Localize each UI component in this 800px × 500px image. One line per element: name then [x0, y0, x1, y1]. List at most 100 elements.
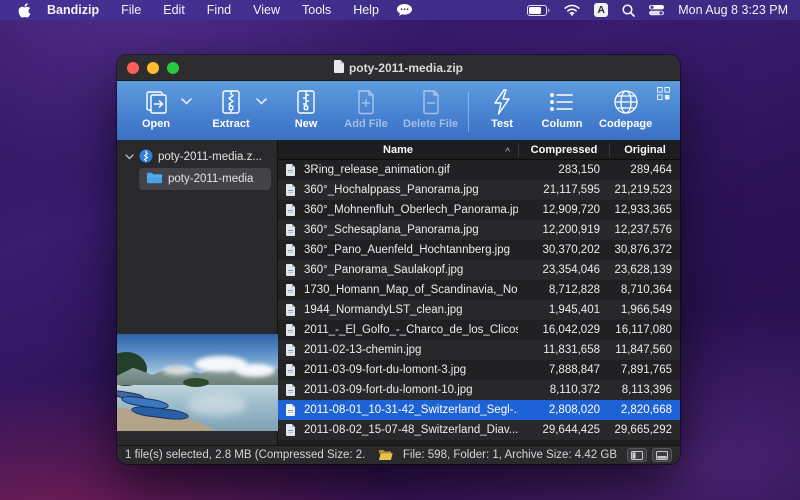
sidebar: poty-2011-media.z... poty-2011-media: [117, 140, 278, 445]
table-row[interactable]: 360°_Schesaplana_Panorama.jpg 12,200,919…: [278, 220, 680, 240]
file-original: 2,820,668: [608, 404, 680, 416]
toolbar-label: New: [295, 118, 318, 130]
table-row[interactable]: 360°_Hochalppass_Panorama.jpg 21,117,595…: [278, 180, 680, 200]
table-row[interactable]: 2011-02-13-chemin.jpg 11,831,658 11,847,…: [278, 340, 680, 360]
new-archive-button[interactable]: New: [283, 88, 329, 130]
file-compressed: 11,831,658: [518, 344, 608, 356]
menu-bar-clock[interactable]: Mon Aug 8 3:23 PM: [678, 3, 788, 17]
extract-button[interactable]: Extract: [208, 88, 254, 130]
table-row[interactable]: 360°_Pano_Auenfeld_Hochtannberg.jpg 30,3…: [278, 240, 680, 260]
column-header-name[interactable]: Name ^: [278, 144, 518, 156]
minimize-button[interactable]: [147, 62, 159, 74]
toolbar-label: Test: [491, 118, 513, 130]
toolbar: Open Extract New Add File: [117, 81, 680, 140]
file-compressed: 12,909,720: [518, 204, 608, 216]
title-bar[interactable]: poty-2011-media.zip: [117, 55, 680, 81]
toolbar-label: Extract: [212, 118, 249, 130]
table-row-selected[interactable]: 2011-08-01_10-31-42_Switzerland_Segl-...…: [278, 400, 680, 420]
open-dropdown-chevron-icon[interactable]: [181, 98, 192, 105]
toggle-preview-pane-button[interactable]: [652, 448, 672, 462]
delete-file-button[interactable]: Delete File: [403, 88, 458, 130]
spotlight-search-icon[interactable]: [622, 4, 635, 17]
selection-status-text: 1 file(s) selected, 2.8 MB (Compressed S…: [125, 449, 366, 461]
file-original: 1,966,549: [608, 304, 680, 316]
file-icon: [278, 304, 304, 316]
file-name: 1730_Homann_Map_of_Scandinavia,_Nor...: [304, 284, 518, 296]
file-original: 21,219,523: [608, 184, 680, 196]
toggle-sidebar-button[interactable]: [627, 448, 647, 462]
archive-zip-icon: [139, 149, 153, 166]
table-row[interactable]: 360°_Panorama_Saulakopf.jpg 23,354,046 2…: [278, 260, 680, 280]
chevron-down-icon[interactable]: [125, 154, 134, 160]
window-content: poty-2011-media.z... poty-2011-media: [117, 140, 680, 445]
file-name: 360°_Hochalppass_Panorama.jpg: [304, 184, 518, 196]
file-icon: [278, 404, 304, 416]
table-row[interactable]: 2011-03-09-fort-du-lomont-10.jpg 8,110,3…: [278, 380, 680, 400]
file-compressed: 16,042,029: [518, 324, 608, 336]
table-row[interactable]: 1944_NormandyLST_clean.jpg 1,945,401 1,9…: [278, 300, 680, 320]
control-center-icon[interactable]: [649, 4, 664, 16]
test-button[interactable]: Test: [479, 88, 525, 130]
menu-view[interactable]: View: [242, 0, 291, 20]
wifi-icon[interactable]: [564, 4, 580, 16]
zoom-button[interactable]: [167, 62, 179, 74]
preview-cloud: [163, 366, 193, 375]
file-name: 2011-08-01_10-31-42_Switzerland_Segl-...: [304, 404, 518, 416]
file-compressed: 7,888,847: [518, 364, 608, 376]
column-header-original[interactable]: Original: [610, 144, 680, 156]
menu-tools[interactable]: Tools: [291, 0, 342, 20]
sidebar-folder-label: poty-2011-media: [168, 173, 253, 185]
open-button[interactable]: Open: [133, 88, 179, 130]
file-original: 12,933,365: [608, 204, 680, 216]
file-icon: [278, 344, 304, 356]
file-name: 2011-03-09-fort-du-lomont-10.jpg: [304, 384, 518, 396]
bandizip-window: poty-2011-media.zip Open Extract: [117, 55, 680, 464]
file-icon: [278, 204, 304, 216]
toolbar-label: Codepage: [599, 118, 652, 130]
file-name: 2011-03-09-fort-du-lomont-3.jpg: [304, 364, 518, 376]
extract-dropdown-chevron-icon[interactable]: [256, 98, 267, 105]
table-row[interactable]: 1730_Homann_Map_of_Scandinavia,_Nor... 8…: [278, 280, 680, 300]
table-row[interactable]: 3Ring_release_animation.gif 283,150 289,…: [278, 160, 680, 180]
folder-icon: [147, 172, 162, 187]
menu-help[interactable]: Help: [342, 0, 390, 20]
table-row[interactable]: 2011-08-02_15-07-48_Switzerland_Diav... …: [278, 420, 680, 440]
menu-file[interactable]: File: [110, 0, 152, 20]
file-original: 7,891,765: [608, 364, 680, 376]
file-compressed: 283,150: [518, 164, 608, 176]
file-name: 360°_Pano_Auenfeld_Hochtannberg.jpg: [304, 244, 518, 256]
input-source-icon[interactable]: A: [594, 3, 608, 17]
menu-bar: Bandizip File Edit Find View Tools Help …: [0, 0, 800, 20]
menu-find[interactable]: Find: [196, 0, 242, 20]
file-name: 2011-08-02_15-07-48_Switzerland_Diav...: [304, 424, 518, 436]
file-original: 11,847,560: [608, 344, 680, 356]
preview-reflection: [187, 394, 247, 416]
file-name: 3Ring_release_animation.gif: [304, 164, 518, 176]
table-row[interactable]: 360°_Mohnenfluh_Oberlech_Panorama.jpg 12…: [278, 200, 680, 220]
apple-menu-icon[interactable]: [12, 3, 36, 18]
file-compressed: 21,117,595: [518, 184, 608, 196]
table-row[interactable]: 2011_-_El_Golfo_-_Charco_de_los_Clicos..…: [278, 320, 680, 340]
chat-bubble-icon[interactable]: [396, 3, 413, 17]
codepage-button[interactable]: Codepage: [599, 88, 652, 130]
preview-cloud: [235, 364, 275, 377]
delete-file-icon: [419, 88, 443, 116]
file-name: 360°_Panorama_Saulakopf.jpg: [304, 264, 518, 276]
menu-edit[interactable]: Edit: [152, 0, 196, 20]
battery-icon[interactable]: [527, 5, 550, 16]
column-button[interactable]: Column: [539, 88, 585, 130]
file-name: 1944_NormandyLST_clean.jpg: [304, 304, 518, 316]
image-preview-pane: [117, 334, 278, 431]
table-row[interactable]: 2011-03-09-fort-du-lomont-3.jpg 7,888,84…: [278, 360, 680, 380]
view-mode-grid-icon[interactable]: [657, 87, 670, 105]
file-compressed: 23,354,046: [518, 264, 608, 276]
file-compressed: 8,110,372: [518, 384, 608, 396]
sidebar-item-folder-selected[interactable]: poty-2011-media: [139, 168, 271, 190]
add-file-button[interactable]: Add File: [343, 88, 389, 130]
sidebar-item-archive-root[interactable]: poty-2011-media.z...: [117, 146, 277, 168]
menu-bandizip[interactable]: Bandizip: [36, 0, 110, 20]
close-button[interactable]: [127, 62, 139, 74]
column-header-compressed[interactable]: Compressed: [519, 144, 609, 156]
file-original: 8,710,364: [608, 284, 680, 296]
file-original: 23,628,139: [608, 264, 680, 276]
